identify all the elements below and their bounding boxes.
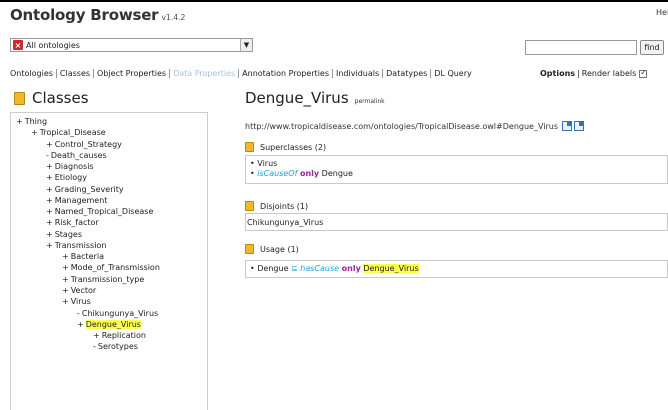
classes-heading: Classes [14,89,89,107]
tab-classes[interactable]: Classes [60,69,95,78]
tab-ontologies[interactable]: Ontologies [10,69,57,78]
close-icon[interactable]: × [13,40,23,50]
subclass-symbol: ⊆ [291,264,298,273]
superclasses-heading: Superclasses (2) [245,142,326,152]
tree-item-named-tropical-disease[interactable]: + Named_Tropical_Disease [46,207,153,216]
tab-individuals[interactable]: Individuals [336,69,384,78]
class-icon [245,142,254,152]
usage-title: Usage (1) [260,244,299,254]
tree-item-virus[interactable]: + Virus [62,297,91,306]
superclasses-box: • Virus • isCauseOf only Dengue [245,155,668,184]
tree-item-serotypes[interactable]: - Serotypes [93,342,138,351]
tree-item-mode-of-transmission[interactable]: + Mode_of_Transmission [62,263,160,272]
property-link[interactable]: hasCause [300,264,339,273]
usage-subject-link[interactable]: Dengue [257,264,288,273]
tree-item-thing[interactable]: + Thing [16,117,47,126]
tree-item-transmission[interactable]: + Transmission [46,241,106,250]
class-link[interactable]: Dengue [322,169,353,178]
superclasses-title: Superclasses (2) [260,142,327,152]
tree-item-replication[interactable]: + Replication [93,331,146,340]
help-link[interactable]: Help [656,8,668,17]
disjoints-title: Disjoints (1) [260,201,309,211]
list-item: • isCauseOf only Dengue [250,169,353,178]
tab-object-properties[interactable]: Object Properties [97,69,171,78]
class-icon [14,91,25,105]
tab-data-properties[interactable]: Data Properties [173,69,240,78]
disjoints-box: Chikungunya_Virus [245,213,668,231]
tree-item-transmission-type[interactable]: + Transmission_type [62,275,144,284]
tab-annotation-properties[interactable]: Annotation Properties [242,69,333,78]
tab-bar: Ontologies Classes Object Properties Dat… [10,69,478,78]
list-item: Chikungunya_Virus [246,218,667,228]
tree-item-dengue-virus[interactable]: + Dengue_Virus [77,320,141,329]
tree-item-tropical-disease[interactable]: + Tropical_Disease [31,128,106,137]
chevron-down-icon[interactable]: ▼ [240,39,252,51]
tree-item-management[interactable]: + Management [46,196,107,205]
app-title: Ontology Browser v1.4.2 [10,6,185,24]
tree-item-control-strategy[interactable]: + Control_Strategy [46,140,122,149]
app-title-text: Ontology Browser [10,6,159,24]
tree-item-stages[interactable]: + Stages [46,230,82,239]
options-link[interactable]: Options [540,69,575,78]
entity-title: Dengue_Virus [245,89,349,107]
render-labels-checkbox[interactable] [639,68,648,78]
ontology-browser-window: Ontology Browserv1.4.2 Help × All ontolo… [0,0,668,410]
class-icon [245,201,254,211]
find-button[interactable]: find [640,40,664,55]
ontology-select[interactable]: × All ontologies ▼ [10,38,253,52]
edit-icon[interactable] [574,121,585,131]
tab-dl-query[interactable]: DL Query [434,69,474,78]
class-icon [245,244,254,254]
keyword-only: only [299,169,320,178]
tree-item-diagnosis[interactable]: + Diagnosis [46,162,94,171]
tree-item-bacteria[interactable]: + Bacteria [62,252,104,261]
list-item: • Dengue ⊆ hasCause only Dengue_Virus [250,264,419,273]
tree-item-chikungunya-virus[interactable]: - Chikungunya_Virus [77,309,158,318]
usage-heading: Usage (1) [245,244,299,254]
external-link-icon[interactable] [562,121,573,131]
entity-header: Dengue_Virus permalink [245,89,385,107]
render-labels-label: Render labels [581,69,637,78]
tree-item-death-causes[interactable]: - Death_causes [46,151,107,160]
superclass-virus-link[interactable]: Virus [257,159,277,168]
class-link[interactable]: Dengue_Virus [363,264,419,273]
tab-datatypes[interactable]: Datatypes [386,69,432,78]
classes-title: Classes [32,89,89,107]
iri-text: http://www.tropicaldisease.com/ontologie… [245,121,559,131]
disjoints-heading: Disjoints (1) [245,201,308,211]
permalink-link[interactable]: permalink [355,98,385,105]
tree-item-vector[interactable]: + Vector [62,286,96,295]
options-bar: Options | Render labels [540,68,648,78]
tree-item-etiology[interactable]: + Etiology [46,173,87,182]
ontology-select-value: All ontologies [26,40,80,50]
search-input[interactable] [525,40,637,55]
disjoint-class-link[interactable]: Chikungunya_Virus [247,218,323,227]
keyword-only: only [341,264,361,273]
entity-iri: http://www.tropicaldisease.com/ontologie… [245,121,585,131]
tree-item-risk-factor[interactable]: + Risk_factor [46,218,99,227]
class-tree: + Thing + Tropical_Disease + Control_Strate… [10,112,208,410]
app-version: v1.4.2 [161,13,186,22]
usage-box: • Dengue ⊆ hasCause only Dengue_Virus [245,260,668,278]
tree-item-grading-severity[interactable]: + Grading_Severity [46,185,124,194]
property-link[interactable]: isCauseOf [257,169,297,178]
list-item: • Virus [250,159,278,168]
